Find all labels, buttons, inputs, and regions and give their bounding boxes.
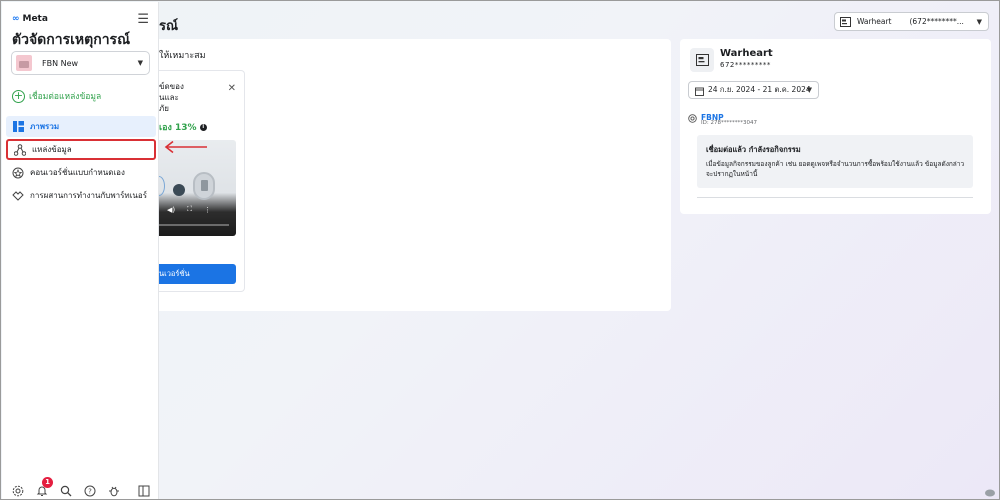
dataset-overview-card: Warheart 672********* 24 ก.ย. 2024 - 21 …	[680, 39, 991, 214]
recommendations-card: ให้เหมาะสม ข์ดของ นและ ภัย ✕ เอง 13% i ◀…	[159, 39, 671, 311]
red-arrow-annotation	[164, 140, 207, 154]
status-description: เมื่อข้อมูลกิจกรรมของลูกค้า เช่น ยอดดูเพ…	[706, 160, 965, 178]
dataset-icon	[840, 12, 851, 31]
chevron-down-icon: ▼	[137, 59, 143, 67]
more-options-icon[interactable]: ⋮	[204, 206, 211, 214]
divider	[697, 197, 973, 198]
promo-stat: เอง 13% i	[159, 120, 207, 134]
settings-icon[interactable]	[12, 482, 24, 497]
svg-text:?: ?	[88, 488, 92, 496]
fullscreen-icon[interactable]: ⛶	[187, 205, 192, 214]
data-sources-icon	[14, 143, 26, 156]
meta-brand-label: Meta	[22, 14, 48, 24]
partner-integration-icon	[12, 190, 24, 202]
account-avatar	[16, 55, 32, 71]
promo-card: ข์ดของ นและ ภัย ✕ เอง 13% i ◀) ⛶ ⋮ นเวอร…	[159, 70, 245, 292]
dataset-id: (672********...	[909, 17, 964, 26]
video-graphic	[193, 172, 215, 200]
globe-icon	[688, 108, 697, 127]
account-name: FBN New	[42, 58, 79, 68]
close-icon[interactable]: ✕	[228, 83, 236, 94]
promo-stat-value: เอง 13%	[159, 123, 197, 133]
data-source-id: ID: 278********3047	[701, 120, 757, 126]
connect-data-source-label: เชื่อมต่อแหล่งข้อมูล	[29, 92, 102, 102]
corner-widget-icon[interactable]	[984, 487, 996, 497]
bug-icon[interactable]	[108, 482, 120, 497]
date-range-picker[interactable]: 24 ก.ย. 2024 - 21 ต.ค. 2024 ▼	[688, 81, 819, 99]
dataset-id: 672*********	[720, 61, 771, 69]
sidebar-item-data-sources[interactable]: แหล่งข้อมูล	[6, 139, 156, 160]
connection-status-box: เชื่อมต่อแล้ว กำลังรอกิจกรรม เมื่อข้อมูล…	[697, 135, 973, 188]
sidebar-item-overview[interactable]: ภาพรวม	[6, 116, 156, 137]
menu-icon[interactable]: ☰	[137, 12, 149, 27]
chevron-down-icon: ▼	[806, 86, 812, 94]
notifications-icon[interactable]: 1	[36, 477, 53, 496]
connect-data-source-link[interactable]: + เชื่อมต่อแหล่งข้อมูล	[12, 89, 101, 103]
custom-conversion-icon	[12, 167, 24, 179]
sidebar-item-label: ภาพรวม	[30, 122, 60, 131]
date-range-label: 24 ก.ย. 2024 - 21 ต.ค. 2024	[708, 85, 811, 94]
info-icon[interactable]: i	[199, 124, 207, 131]
promo-cta-button[interactable]: นเวอร์ชั่น	[159, 264, 236, 284]
video-progress-bar[interactable]	[159, 224, 229, 226]
search-icon[interactable]	[60, 482, 72, 497]
dataset-selector[interactable]: Warheart (672********... ▼	[834, 12, 989, 31]
sidebar-item-custom-conversions[interactable]: คอนเวอร์ชั่นแบบกำหนดเอง	[6, 162, 156, 183]
dataset-name: Warheart	[857, 17, 892, 26]
notification-count-badge: 1	[42, 477, 53, 488]
meta-logo-icon: ∞	[12, 14, 20, 24]
sidebar-nav: ภาพรวม แหล่งข้อมูล คอนเวอร์ชั่นแบบกำหนดเ…	[6, 116, 156, 208]
volume-icon[interactable]: ◀)	[167, 206, 175, 214]
plus-circle-icon: +	[12, 88, 25, 103]
promo-text-line: ภัย	[159, 104, 169, 113]
chevron-down-icon: ▼	[976, 18, 982, 26]
meta-brand: ∞ Meta	[12, 14, 48, 24]
recommendations-header: ให้เหมาะสม	[159, 51, 206, 61]
sidebar-bottom-bar: 1 ?	[2, 477, 159, 499]
app-title: ตัวจัดการเหตุการณ์	[12, 32, 131, 48]
video-graphic	[173, 184, 185, 196]
account-selector[interactable]: FBN New ▼	[11, 51, 150, 75]
app-frame: ∞ Meta ☰ ตัวจัดการเหตุการณ์ FBN New ▼ + …	[0, 0, 1000, 500]
sidebar-item-label: การผสานการทำงานกับพาร์ทเนอร์	[30, 191, 147, 200]
dataset-name: Warheart	[720, 48, 773, 59]
help-icon[interactable]: ?	[84, 482, 96, 497]
dataset-icon	[690, 48, 714, 72]
calendar-icon	[695, 81, 704, 100]
sidebar: ∞ Meta ☰ ตัวจัดการเหตุการณ์ FBN New ▼ + …	[2, 2, 159, 499]
status-title: เชื่อมต่อแล้ว กำลังรอกิจกรรม	[706, 145, 801, 154]
video-controls: ◀) ⛶ ⋮	[167, 205, 211, 214]
video-graphic	[159, 176, 165, 196]
overview-icon	[12, 121, 24, 133]
sidebar-item-partner-integrations[interactable]: การผสานการทำงานกับพาร์ทเนอร์	[6, 185, 156, 206]
promo-video[interactable]: ◀) ⛶ ⋮	[159, 140, 236, 236]
page-title: รณ์	[159, 19, 179, 34]
collapse-sidebar-icon[interactable]	[138, 482, 150, 497]
sidebar-item-label: คอนเวอร์ชั่นแบบกำหนดเอง	[30, 168, 125, 177]
sidebar-item-label: แหล่งข้อมูล	[32, 145, 72, 154]
